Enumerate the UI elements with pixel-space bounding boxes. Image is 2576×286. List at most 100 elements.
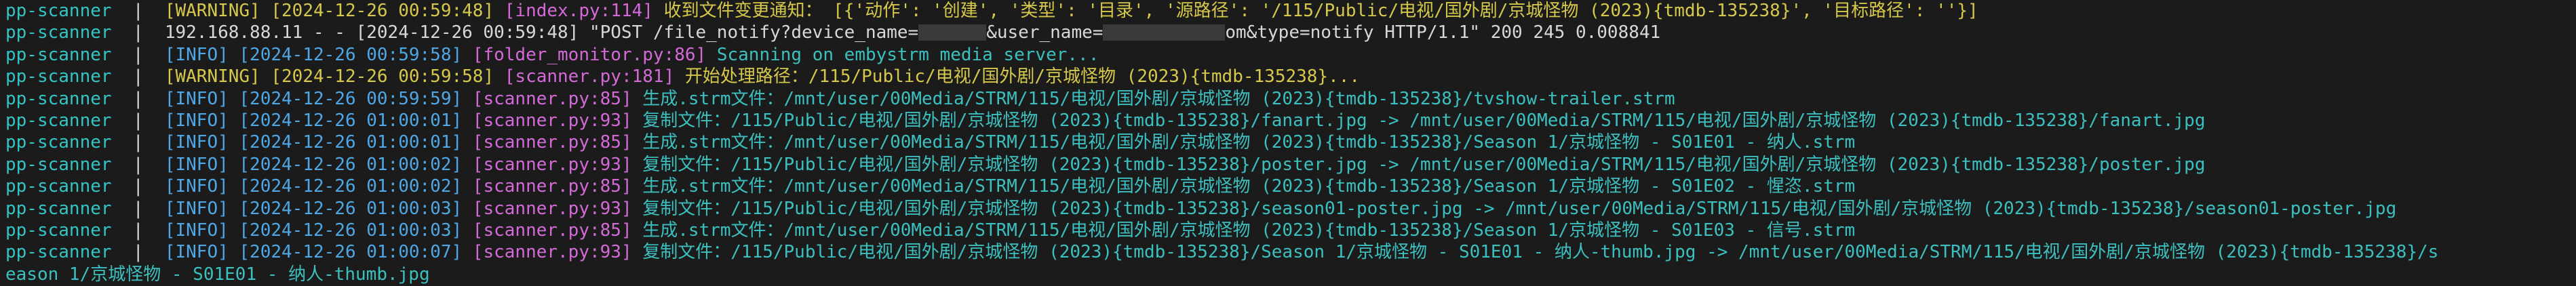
log-source: [scanner.py:93] — [472, 198, 632, 219]
log-space — [462, 220, 473, 241]
log-line: pp-scanner | [WARNING] [2024-12-26 00:59… — [5, 0, 2576, 22]
log-line: pp-scanner | [INFO] [2024-12-26 01:00:01… — [5, 131, 2576, 153]
log-separator: | — [111, 198, 165, 219]
log-source: [scanner.py:85] — [472, 220, 632, 241]
log-line: pp-scanner | [INFO] [2024-12-26 00:59:58… — [5, 44, 2576, 66]
log-message: 生成.strm文件：/mnt/user/00Media/STRM/115/电视/… — [631, 176, 1856, 197]
log-space — [229, 132, 239, 152]
log-timestamp: [2024-12-26 01:00:07] — [239, 242, 463, 263]
log-service-name: pp-scanner — [5, 176, 112, 197]
log-space — [462, 242, 473, 262]
log-timestamp: [2024-12-26 01:00:03] — [239, 198, 463, 219]
log-space — [462, 199, 473, 219]
log-service-name: pp-scanner — [5, 22, 112, 43]
log-space — [229, 110, 239, 131]
log-timestamp: [2024-12-26 01:00:02] — [239, 154, 463, 175]
log-message: 收到文件变更通知： [{'动作': '创建', '类型': '目录', '源路径… — [652, 1, 1978, 21]
log-space — [462, 176, 473, 197]
log-level: [INFO] — [164, 88, 229, 109]
log-separator: | — [111, 220, 165, 241]
log-line: pp-scanner | [INFO] [2024-12-26 01:00:03… — [5, 198, 2576, 220]
log-message: 生成.strm文件：/mnt/user/00Media/STRM/115/电视/… — [631, 220, 1856, 241]
log-timestamp: [2024-12-26 00:59:58] — [271, 66, 494, 87]
log-space — [494, 66, 505, 87]
log-source: [scanner.py:93] — [472, 110, 632, 131]
log-source: [scanner.py:85] — [472, 132, 632, 153]
log-message: 复制文件：/115/Public/电视/国外剧/京城怪物 (2023){tmdb… — [631, 198, 2397, 219]
log-service-name: pp-scanner — [5, 198, 112, 219]
log-separator: | — [111, 110, 165, 131]
log-service-name: pp-scanner — [5, 88, 112, 109]
log-space — [462, 132, 473, 152]
log-level: [INFO] — [164, 110, 229, 131]
log-message: 开始处理路径：/115/Public/电视/国外剧/京城怪物 (2023){tm… — [674, 66, 1361, 87]
redacted-block — [918, 24, 987, 41]
log-service-name: pp-scanner — [5, 154, 112, 175]
log-separator: | — [111, 66, 165, 87]
log-message: 生成.strm文件：/mnt/user/00Media/STRM/115/电视/… — [631, 88, 1675, 109]
log-line: pp-scanner | [INFO] [2024-12-26 01:00:02… — [5, 176, 2576, 197]
log-space — [462, 45, 473, 65]
log-service-name: pp-scanner — [5, 220, 112, 241]
log-separator: | — [111, 88, 165, 109]
log-space — [229, 45, 239, 65]
log-message: Scanning on embystrm media server... — [706, 44, 1099, 65]
log-space — [494, 1, 505, 21]
log-source: [scanner.py:93] — [472, 242, 632, 263]
log-message: 复制文件：/115/Public/电视/国外剧/京城怪物 (2023){tmdb… — [631, 110, 2206, 131]
log-space — [462, 110, 473, 131]
log-space — [229, 89, 239, 109]
log-service-name: pp-scanner — [5, 44, 112, 65]
log-space — [462, 155, 473, 175]
log-message: om&type=notify HTTP/1.1" 200 245 0.00884… — [1225, 22, 1661, 43]
log-timestamp: [2024-12-26 01:00:03] — [239, 220, 463, 241]
log-line: pp-scanner | [INFO] [2024-12-26 01:00:03… — [5, 220, 2576, 241]
log-source: [folder_monitor.py:86] — [472, 44, 707, 65]
log-line: pp-scanner | [INFO] [2024-12-26 01:00:01… — [5, 110, 2576, 131]
log-source: [scanner.py:85] — [472, 88, 632, 109]
log-space — [462, 89, 473, 109]
log-level: [INFO] — [164, 132, 229, 153]
log-message: 复制文件：/115/Public/电视/国外剧/京城怪物 (2023){tmdb… — [631, 242, 2439, 263]
terminal-output[interactable]: pp-scanner | [WARNING] [2024-12-26 00:59… — [0, 0, 2576, 285]
log-message: 生成.strm文件：/mnt/user/00Media/STRM/115/电视/… — [631, 132, 1856, 153]
log-line: pp-scanner | [WARNING] [2024-12-26 00:59… — [5, 66, 2576, 87]
log-service-name: pp-scanner — [5, 66, 112, 87]
log-space — [229, 155, 239, 175]
log-space — [229, 220, 239, 241]
log-separator: | — [111, 242, 165, 263]
log-timestamp: [2024-12-26 01:00:01] — [239, 132, 463, 153]
log-space — [229, 176, 239, 197]
log-timestamp: [2024-12-26 01:00:02] — [239, 176, 463, 197]
log-level: [INFO] — [164, 220, 229, 241]
log-line: eason 1/京城怪物 - S01E01 - 纳人-thumb.jpg — [5, 264, 2576, 285]
log-timestamp: [2024-12-26 00:59:59] — [239, 88, 463, 109]
log-separator: | — [111, 132, 165, 153]
log-separator: | — [111, 44, 165, 65]
log-separator: | — [111, 176, 165, 197]
log-level: [INFO] — [164, 242, 229, 263]
log-separator: | — [111, 154, 165, 175]
log-service-name: pp-scanner — [5, 110, 112, 131]
log-line: pp-scanner | [INFO] [2024-12-26 00:59:59… — [5, 88, 2576, 110]
log-timestamp: [2024-12-26 00:59:48] — [271, 1, 494, 21]
log-space — [260, 1, 271, 21]
log-separator: | — [111, 22, 165, 43]
log-timestamp: [2024-12-26 01:00:01] — [239, 110, 463, 131]
log-service-name: pp-scanner — [5, 242, 112, 263]
log-level: [INFO] — [164, 154, 229, 175]
log-source: [scanner.py:85] — [472, 176, 632, 197]
log-timestamp: [2024-12-26 00:59:58] — [239, 44, 463, 65]
log-space — [229, 242, 239, 262]
log-level: [WARNING] — [164, 1, 260, 21]
log-space — [260, 66, 271, 87]
log-level: [INFO] — [164, 176, 229, 197]
redacted-block — [1103, 24, 1226, 41]
log-source: [index.py:114] — [504, 1, 653, 21]
log-line: pp-scanner | [INFO] [2024-12-26 01:00:07… — [5, 241, 2576, 263]
log-service-name: pp-scanner — [5, 1, 112, 21]
log-message: 复制文件：/115/Public/电视/国外剧/京城怪物 (2023){tmdb… — [631, 154, 2206, 175]
log-message: 192.168.88.11 - - [2024-12-26 00:59:48] … — [164, 22, 919, 43]
log-message: &user_name= — [986, 22, 1104, 43]
log-source: [scanner.py:181] — [504, 66, 675, 87]
